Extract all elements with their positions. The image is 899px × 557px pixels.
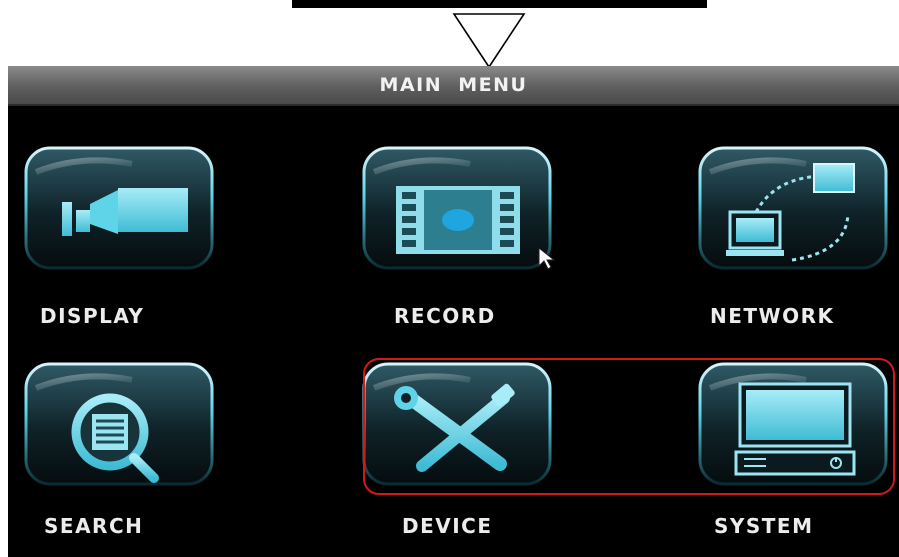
menu-item-label: DISPLAY [40, 304, 145, 328]
top-bar [292, 0, 707, 8]
menu-item-display[interactable]: DISPLAY [22, 142, 216, 328]
record-icon [362, 146, 552, 270]
menu-item-label: DEVICE [402, 514, 493, 538]
menu-item-label: RECORD [394, 304, 496, 328]
menu-item-label: NETWORK [710, 304, 835, 328]
dvr-screen: MAIN MENU DISPLAY RECORD NETWORK SEARCH … [8, 66, 899, 557]
menu-item-label: SYSTEM [714, 514, 814, 538]
menu-item-record[interactable]: RECORD [360, 142, 554, 328]
selection-highlight [363, 358, 895, 495]
down-arrow-icon [452, 13, 526, 69]
network-icon [698, 146, 888, 270]
menu-item-label: SEARCH [44, 514, 144, 538]
search-icon [24, 362, 214, 486]
menu-item-search[interactable]: SEARCH [22, 358, 216, 538]
menu-header: MAIN MENU [8, 66, 899, 106]
mouse-cursor-icon [538, 246, 556, 270]
display-icon [24, 146, 214, 270]
menu-item-network[interactable]: NETWORK [696, 142, 890, 328]
page-title: MAIN MENU [379, 74, 528, 96]
